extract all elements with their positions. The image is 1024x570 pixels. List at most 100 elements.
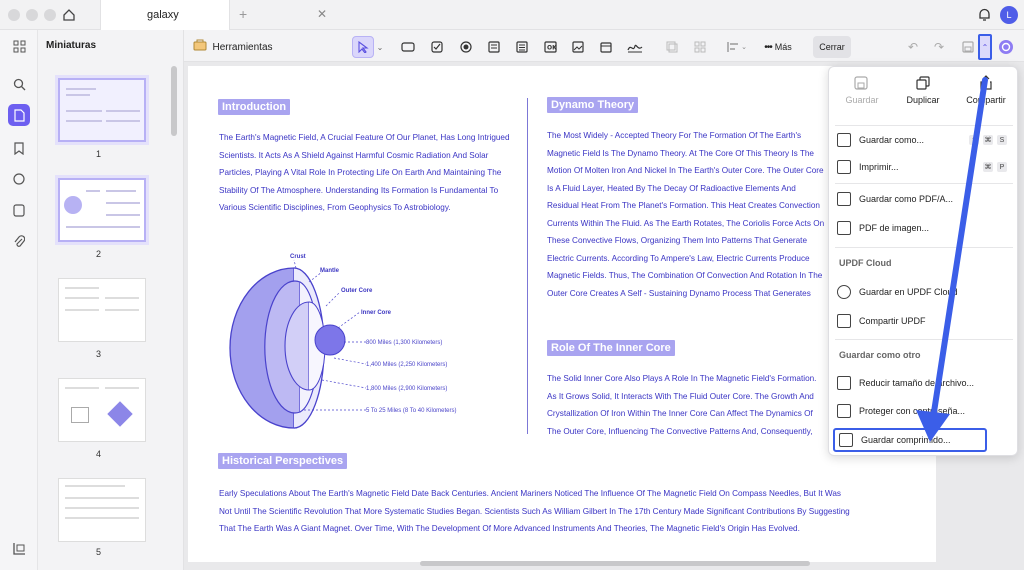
menu-proteger[interactable]: Proteger con contraseña... [829, 400, 1019, 422]
checkbox-tool-icon[interactable] [427, 36, 447, 58]
image-tool-icon[interactable] [568, 36, 588, 58]
kbd-key: ⌘ [983, 135, 993, 145]
stamp-icon[interactable] [11, 202, 27, 218]
menu-guardar-cloud[interactable]: Guardar en UPDF Cloud [829, 281, 1019, 303]
new-tab-icon[interactable]: + [239, 6, 247, 22]
menu-reducir-label: Reducir tamaño de archivo... [859, 378, 975, 388]
more-button[interactable]: ••• Más [760, 36, 796, 58]
label-distance-3: 1,800 Miles (2,900 Kilometers) [366, 386, 448, 392]
menu-compartir-updf[interactable]: Compartir UPDF [829, 310, 1019, 332]
thumbnail-number: 2 [96, 249, 102, 259]
thumbnail-page-5[interactable] [58, 478, 146, 542]
herramientas-label: Herramientas [212, 41, 273, 53]
close-window-button[interactable] [8, 9, 20, 21]
label-distance-4: 5 To 25 Miles (8 To 40 Kilometers) [366, 408, 457, 414]
calendar-tool-icon[interactable] [596, 36, 616, 58]
menu-compartir-button[interactable]: Compartir [953, 67, 1019, 113]
menu-guardar-pdfa[interactable]: Guardar como PDF/A... [829, 188, 1019, 210]
dynamo-heading: Dynamo Theory [547, 97, 639, 113]
cloud-icon [837, 285, 851, 299]
layers-icon[interactable] [11, 540, 27, 556]
radio-tool-icon[interactable] [456, 36, 476, 58]
menu-proteger-label: Proteger con contraseña... [859, 406, 966, 416]
close-edit-button[interactable]: Cerrar [813, 36, 851, 58]
save-options-chevron-icon[interactable]: ⌃ [978, 34, 992, 60]
ok-button-tool-icon[interactable]: OK [540, 36, 560, 58]
select-tool-button[interactable] [352, 36, 374, 58]
label-distance-2: 1,400 Miles (2,250 Kilometers) [366, 362, 448, 368]
undo-icon[interactable]: ↶ [904, 36, 922, 58]
form-tool-icon[interactable] [484, 36, 504, 58]
thumbnail-scrollbar[interactable] [171, 66, 177, 136]
grid-icon[interactable] [11, 38, 27, 54]
toolbox-icon [193, 38, 207, 56]
redo-icon[interactable]: ↷ [930, 36, 948, 58]
menu-reducir[interactable]: Reducir tamaño de archivo... [829, 372, 1019, 394]
shortcut-imprimir: ⌘ P [983, 162, 1013, 172]
save-disabled-icon [854, 76, 868, 90]
thumbnail-number: 4 [96, 449, 102, 459]
comment-tool-icon[interactable] [398, 36, 418, 58]
bookmark-icon[interactable] [11, 140, 27, 156]
signature-tool-icon[interactable] [624, 36, 646, 58]
menu-duplicar-button[interactable]: Duplicar [891, 67, 955, 113]
menu-guardar-como-label: Guardar como... [859, 135, 925, 145]
kbd-key: S [997, 135, 1007, 145]
avatar[interactable]: L [1000, 6, 1018, 24]
zoom-window-button[interactable] [44, 9, 56, 21]
horizontal-scrollbar[interactable] [420, 561, 810, 566]
thumbnail-panel-title: Miniaturas [46, 40, 97, 51]
save-icon[interactable] [959, 36, 977, 58]
herramientas-button[interactable]: Herramientas [190, 36, 276, 58]
menu-guardar-comprimido-label: Guardar comprimido... [861, 435, 951, 445]
inner-core-heading: Role Of The Inner Core [547, 340, 675, 356]
document-tab[interactable]: galaxy ✕ [100, 0, 327, 30]
printer-icon [837, 160, 851, 174]
menu-guardar-button[interactable]: Guardar [829, 67, 895, 113]
comment-icon[interactable] [11, 171, 27, 187]
save-options-menu: Guardar Duplicar Compartir Guardar como.… [828, 66, 1018, 456]
menu-pdf-imagen[interactable]: PDF de imagen... [829, 217, 1019, 239]
menu-separator [835, 247, 1013, 248]
kbd-key: ⇧ [969, 135, 979, 145]
intro-paragraph: The Earth's Magnetic Field, A Crucial Fe… [219, 133, 510, 212]
more-dots-icon: ••• [764, 41, 772, 53]
search-icon[interactable] [11, 76, 27, 92]
thumbnail-number: 3 [96, 349, 102, 359]
thumbnail-page-2[interactable] [58, 178, 146, 242]
minimize-window-button[interactable] [26, 9, 38, 21]
thumbnails-icon[interactable] [8, 104, 30, 126]
thumbnail-page-1[interactable] [58, 78, 146, 142]
menu-guardar-como[interactable]: Guardar como... ⇧ ⌘ S [829, 129, 1019, 151]
menu-duplicar-label: Duplicar [906, 95, 940, 105]
grid-align-tool-icon[interactable] [690, 36, 710, 58]
shortcut-guardar-como: ⇧ ⌘ S [969, 135, 1013, 145]
thumbnail-page-3[interactable] [58, 278, 146, 342]
kbd-key: ⌘ [983, 162, 993, 172]
left-tool-bar [0, 30, 38, 570]
list-tool-icon[interactable] [512, 36, 532, 58]
attachment-icon[interactable] [11, 233, 27, 249]
thumbnail-page-4[interactable] [58, 378, 146, 442]
align-tool-icon[interactable]: ⌄ [726, 36, 748, 58]
inner-core-paragraph: The Solid Inner Core Also Plays A Role I… [547, 374, 817, 436]
home-icon[interactable] [60, 6, 78, 24]
copy-tool-icon[interactable] [662, 36, 682, 58]
select-dropdown-chevron-icon[interactable]: ⌄ [375, 36, 385, 58]
menu-separator [835, 183, 1013, 184]
close-tab-icon[interactable]: ✕ [317, 7, 327, 21]
menu-guardar-pdfa-label: Guardar como PDF/A... [859, 194, 954, 204]
more-label: Más [774, 42, 792, 52]
menu-guardar-comprimido[interactable]: Guardar comprimido... [833, 428, 987, 452]
updf-ai-icon[interactable] [996, 36, 1016, 58]
layers-compress-icon [839, 433, 853, 447]
menu-imprimir-label: Imprimir... [859, 162, 899, 172]
bell-icon[interactable] [976, 6, 992, 24]
menu-separator [835, 339, 1013, 340]
title-bar: galaxy ✕ + L [0, 0, 1024, 30]
image-pdf-icon [837, 221, 851, 235]
earth-layers-diagram [229, 259, 367, 429]
main-toolbar: Herramientas ⌄ OK ⌄ ••• Más Cerrar ↶ ↷ ⌃ [184, 30, 1024, 62]
menu-section-guardar-como-otro: Guardar como otro [839, 350, 921, 360]
menu-imprimir[interactable]: Imprimir... ⌘ P [829, 156, 1019, 178]
